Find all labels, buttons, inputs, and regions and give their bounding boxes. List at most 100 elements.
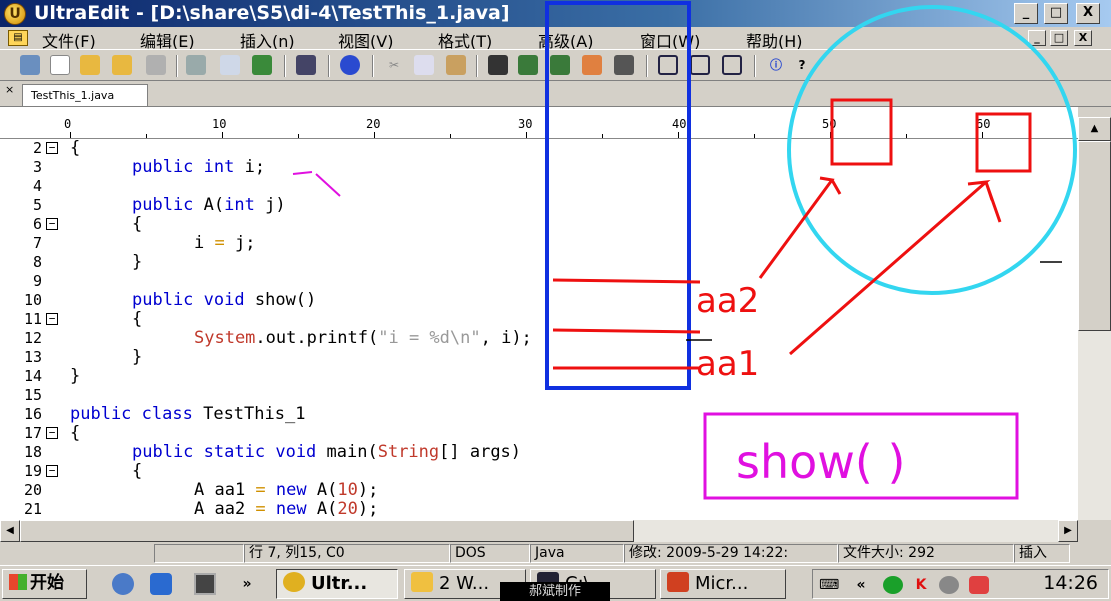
line-number: 3 (32, 158, 42, 176)
info-icon[interactable]: ⓘ (766, 55, 786, 75)
code-line[interactable]: 17−{ (0, 423, 1078, 443)
code-line[interactable]: 8} (0, 252, 1078, 272)
code-text: { (132, 309, 143, 329)
fold-toggle-icon[interactable]: − (46, 218, 58, 230)
browser-icon[interactable] (340, 55, 360, 75)
fold-toggle-icon[interactable]: − (46, 427, 58, 439)
find-icon[interactable] (488, 55, 508, 75)
scroll-up-icon[interactable]: ▲ (1078, 117, 1111, 141)
volume-icon[interactable] (939, 576, 959, 594)
maximize-button[interactable]: □ (1044, 3, 1068, 24)
line-number: 13 (23, 348, 42, 366)
split-horizontal-icon[interactable] (658, 55, 678, 75)
status-empty (154, 544, 244, 563)
vertical-scrollbar[interactable]: ▲ (1078, 117, 1111, 520)
recorder-icon[interactable] (969, 576, 989, 594)
ruler-tick (374, 132, 375, 138)
find-in-files-icon[interactable] (614, 55, 634, 75)
code-text: public void show() (132, 290, 317, 310)
code-line[interactable]: 16 public class TestThis_1 (0, 404, 1078, 424)
code-line[interactable]: 10 public void show() (0, 290, 1078, 310)
replace-icon[interactable] (582, 55, 602, 75)
open-folder-icon[interactable] (80, 55, 100, 75)
menu-bar: ▤ 文件(F) 编辑(E) 插入(n) 视图(V) 格式(T) 高级(A) 窗口… (0, 27, 1111, 51)
spell-check-icon[interactable] (252, 55, 272, 75)
line-number: 19 (23, 462, 42, 480)
doc-close-button[interactable]: X (1074, 30, 1092, 46)
copy-icon[interactable] (414, 55, 434, 75)
task-label: 2 W... (439, 573, 490, 594)
print-setup-icon[interactable] (20, 55, 40, 75)
code-line[interactable]: 7 i = j; (0, 233, 1078, 253)
minimize-button[interactable]: _ (1014, 3, 1038, 24)
print-icon[interactable] (186, 55, 206, 75)
code-line[interactable]: 12 System.out.printf("i = %d\n", i); (0, 328, 1078, 348)
paste-icon[interactable] (446, 55, 466, 75)
code-line[interactable]: 18 public static void main(String[] args) (0, 442, 1078, 462)
doc-minimize-button[interactable]: _ (1028, 30, 1046, 46)
code-line[interactable]: 11− { (0, 309, 1078, 329)
code-line[interactable]: 6− { (0, 214, 1078, 234)
vertical-scroll-thumb[interactable] (1078, 141, 1111, 331)
cascade-icon[interactable] (722, 55, 742, 75)
task-ultraedit[interactable]: Ultr... (276, 569, 398, 599)
fold-toggle-icon[interactable]: − (46, 142, 58, 154)
code-line[interactable]: 19− { (0, 461, 1078, 481)
line-number: 11 (23, 310, 42, 328)
code-editor[interactable]: 0 10 20 30 40 50 60 2−{3 public int i; 4 5 p… (0, 107, 1078, 520)
internet-explorer-icon[interactable] (150, 573, 172, 595)
code-line[interactable]: 2−{ (0, 138, 1078, 158)
doc-restore-button[interactable]: □ (1050, 30, 1068, 46)
scroll-right-icon[interactable]: ▶ (1058, 520, 1078, 542)
clock: 14:26 (1043, 572, 1098, 594)
print-preview-icon[interactable] (220, 55, 240, 75)
media-player-icon[interactable] (194, 573, 216, 595)
close-button[interactable]: X (1076, 3, 1100, 24)
code-line[interactable]: 20 A aa1 = new A(10); (0, 480, 1078, 500)
antivirus-icon[interactable]: K (911, 576, 931, 594)
folder-task-icon (411, 572, 433, 592)
help-icon[interactable]: ? (792, 55, 812, 75)
find-next-icon[interactable] (518, 55, 538, 75)
task-microsoft[interactable]: Micr... (660, 569, 786, 599)
code-line[interactable]: 5 public A(int j) (0, 195, 1078, 215)
code-line[interactable]: 14} (0, 366, 1078, 386)
tray-expand-icon[interactable]: « (851, 576, 871, 594)
ruler-tick (526, 132, 527, 138)
word-wrap-icon[interactable] (296, 55, 316, 75)
split-vertical-icon[interactable] (690, 55, 710, 75)
start-label: 开始 (30, 573, 64, 593)
code-line[interactable]: 3 public int i; (0, 157, 1078, 177)
code-line[interactable]: 15 (0, 386, 1078, 405)
network-icon[interactable] (883, 576, 903, 594)
start-button[interactable]: 开始 (2, 569, 87, 599)
code-line[interactable]: 4 (0, 177, 1078, 196)
tab-testthis-java[interactable]: TestThis_1.java (22, 84, 148, 106)
horizontal-scrollbar[interactable]: ◀ ▶ (0, 520, 1078, 542)
line-number: 10 (23, 291, 42, 309)
document-icon[interactable]: ▤ (8, 30, 28, 46)
quick-launch-more-icon[interactable]: » (236, 573, 258, 595)
code-text: public int i; (132, 157, 266, 177)
tab-close-icon[interactable]: × (5, 83, 14, 96)
ruler-mark: 50 (822, 117, 837, 131)
close-folder-icon[interactable] (112, 55, 132, 75)
scroll-left-icon[interactable]: ◀ (0, 520, 20, 542)
save-icon[interactable] (146, 55, 166, 75)
code-line[interactable]: 13} (0, 347, 1078, 367)
fold-toggle-icon[interactable]: − (46, 465, 58, 477)
code-line[interactable]: 21 A aa2 = new A(20); (0, 499, 1078, 519)
show-desktop-icon[interactable] (112, 573, 134, 595)
new-file-icon[interactable] (50, 55, 70, 75)
fold-toggle-icon[interactable]: − (46, 313, 58, 325)
cut-icon[interactable]: ✂ (384, 55, 404, 75)
keyboard-icon[interactable]: ⌨ (819, 576, 839, 594)
ultraedit-app-icon[interactable]: U (4, 3, 26, 25)
line-number: 16 (23, 405, 42, 423)
status-line-ending: DOS (450, 544, 530, 563)
toolbar: ✂ ⓘ ? (0, 49, 1111, 81)
code-text: } (132, 347, 143, 367)
horizontal-scroll-thumb[interactable] (20, 520, 634, 542)
code-line[interactable]: 9 (0, 272, 1078, 291)
find-previous-icon[interactable] (550, 55, 570, 75)
